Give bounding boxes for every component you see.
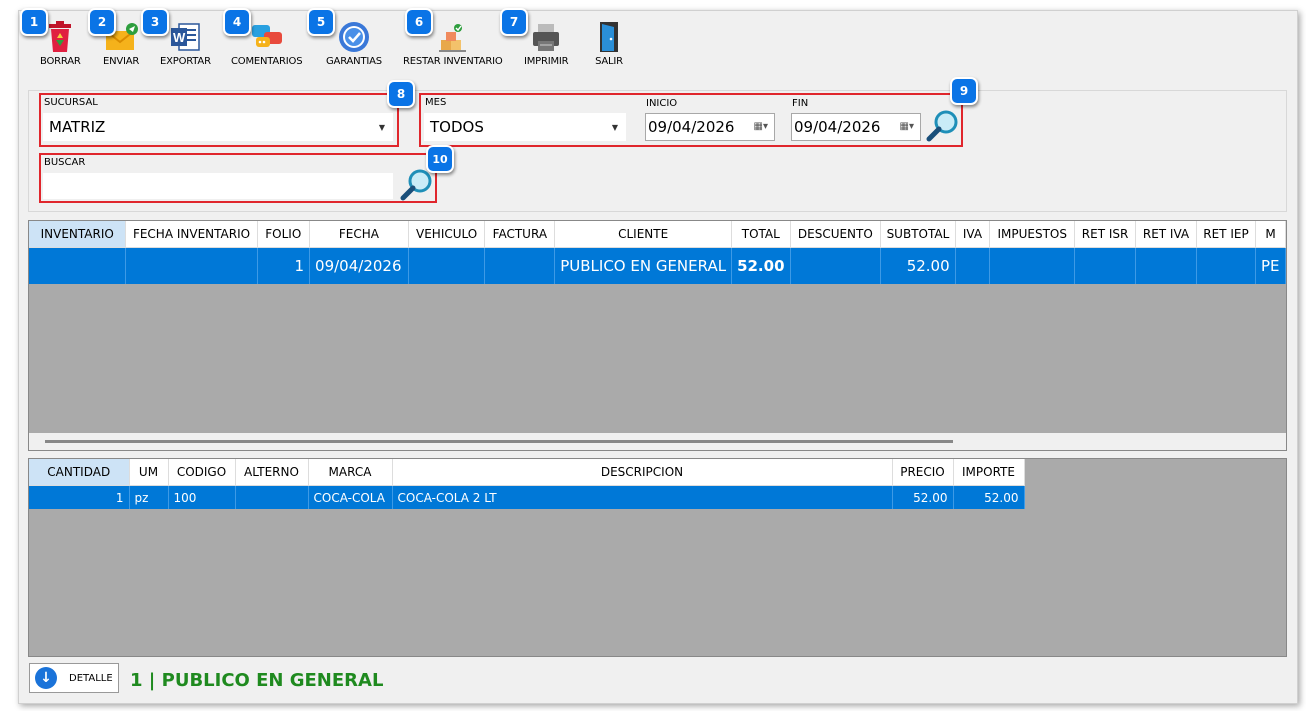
column-header-marca[interactable]: MARCA	[308, 459, 393, 486]
column-header-ret-iep[interactable]: RET IEP	[1196, 221, 1257, 248]
cell-precio: 52.00	[892, 485, 954, 509]
cell-ret-iep	[1196, 247, 1257, 284]
borrar-label: BORRAR	[40, 56, 81, 67]
cell-um: pz	[129, 485, 169, 509]
restar-inventario-label: RESTAR INVENTARIO	[403, 56, 503, 67]
column-header-subtotal[interactable]: SUBTOTAL	[880, 221, 956, 248]
cell-fecha: 09/04/2026	[309, 247, 409, 284]
cell-ret-iva	[1135, 247, 1197, 284]
printer-icon	[529, 20, 563, 54]
cell-m: PE	[1255, 247, 1286, 284]
cell-cantidad: 1	[29, 485, 130, 509]
detalle-button[interactable]: ↓ DETALLE	[29, 663, 119, 693]
callout-badge-7: 7	[500, 8, 528, 36]
detalle-label: DETALLE	[69, 672, 113, 684]
word-icon: W	[168, 20, 202, 54]
column-header-ret-iva[interactable]: RET IVA	[1135, 221, 1197, 248]
warranty-badge-icon	[337, 20, 371, 54]
column-header-precio[interactable]: PRECIO	[892, 459, 954, 486]
column-header-factura[interactable]: FACTURA	[484, 221, 556, 248]
column-header-alterno[interactable]: ALTERNO	[235, 459, 309, 486]
column-header-inventario[interactable]: INVENTARIO	[29, 221, 127, 248]
column-header-fecha[interactable]: FECHA	[309, 221, 409, 248]
cell-factura	[484, 247, 556, 284]
comentarios-label: COMENTARIOS	[231, 56, 303, 67]
column-header-um[interactable]: UM	[129, 459, 169, 486]
callout-badge-2: 2	[88, 8, 116, 36]
callout-badge-8: 8	[387, 80, 415, 108]
svg-text:W: W	[173, 30, 186, 45]
enviar-label: ENVIAR	[103, 56, 140, 67]
column-header-cantidad[interactable]: CANTIDAD	[29, 459, 130, 486]
salir-label: SALIR	[595, 56, 623, 67]
salir-button[interactable]: SALIR	[592, 20, 626, 67]
grid-header-row: CANTIDAD UM CODIGO ALTERNO MARCA DESCRIP…	[29, 459, 1025, 486]
callout-badge-1: 1	[20, 8, 48, 36]
horizontal-scrollbar[interactable]	[29, 433, 1286, 450]
trash-icon	[43, 20, 77, 54]
highlight-box-dates	[419, 93, 963, 147]
cell-folio: 1	[257, 247, 311, 284]
cell-cliente: PUBLICO EN GENERAL	[554, 247, 733, 284]
exit-door-icon	[592, 20, 626, 54]
grid-header-row: INVENTARIO FECHA INVENTARIO FOLIO FECHA …	[29, 221, 1286, 248]
column-header-iva[interactable]: IVA	[955, 221, 991, 248]
column-header-m[interactable]: M	[1255, 221, 1286, 248]
inventory-boxes-icon	[436, 20, 470, 54]
imprimir-label: IMPRIMIR	[524, 56, 569, 67]
inventory-grid[interactable]: INVENTARIO FECHA INVENTARIO FOLIO FECHA …	[28, 220, 1287, 451]
column-header-descripcion[interactable]: DESCRIPCION	[392, 459, 893, 486]
cell-fecha-inventario	[125, 247, 258, 284]
highlight-box-buscar	[39, 153, 437, 203]
chat-bubbles-icon	[250, 20, 284, 54]
callout-badge-6: 6	[405, 8, 433, 36]
garantias-label: GARANTIAS	[326, 56, 382, 67]
column-header-folio[interactable]: FOLIO	[257, 221, 311, 248]
cell-marca: COCA-COLA	[308, 485, 393, 509]
column-header-fecha-inventario[interactable]: FECHA INVENTARIO	[125, 221, 258, 248]
cell-codigo: 100	[168, 485, 236, 509]
table-row[interactable]: 1 09/04/2026 PUBLICO EN GENERAL 52.00 52…	[29, 247, 1286, 284]
cell-subtotal: 52.00	[880, 247, 956, 284]
cell-alterno	[235, 485, 309, 509]
table-row[interactable]: 1 pz 100 COCA-COLA COCA-COLA 2 LT 52.00 …	[29, 485, 1025, 509]
callout-badge-5: 5	[307, 8, 335, 36]
imprimir-button[interactable]: IMPRIMIR	[524, 20, 569, 67]
cell-importe: 52.00	[953, 485, 1025, 509]
cell-impuestos	[989, 247, 1076, 284]
column-header-total[interactable]: TOTAL	[731, 221, 791, 248]
cell-descripcion: COCA-COLA 2 LT	[392, 485, 893, 509]
column-header-importe[interactable]: IMPORTE	[953, 459, 1025, 486]
cell-iva	[955, 247, 991, 284]
scrollbar-thumb[interactable]	[45, 440, 953, 443]
arrow-down-icon: ↓	[35, 667, 57, 689]
column-header-cliente[interactable]: CLIENTE	[554, 221, 733, 248]
column-header-impuestos[interactable]: IMPUESTOS	[989, 221, 1076, 248]
cell-ret-isr	[1074, 247, 1137, 284]
column-header-ret-isr[interactable]: RET ISR	[1074, 221, 1137, 248]
callout-badge-3: 3	[141, 8, 169, 36]
detail-grid[interactable]: CANTIDAD UM CODIGO ALTERNO MARCA DESCRIP…	[28, 458, 1287, 657]
cell-descuento	[790, 247, 882, 284]
cell-vehiculo	[408, 247, 486, 284]
cell-inventario	[29, 247, 127, 284]
column-header-descuento[interactable]: DESCUENTO	[790, 221, 882, 248]
callout-badge-10: 10	[426, 145, 454, 173]
callout-badge-4: 4	[223, 8, 251, 36]
column-header-codigo[interactable]: CODIGO	[168, 459, 236, 486]
column-header-vehiculo[interactable]: VEHICULO	[408, 221, 486, 248]
status-text: 1 | PUBLICO EN GENERAL	[130, 670, 384, 691]
highlight-box-sucursal	[39, 93, 399, 147]
callout-badge-9: 9	[950, 77, 978, 105]
cell-total: 52.00	[731, 247, 791, 284]
exportar-label: EXPORTAR	[160, 56, 211, 67]
